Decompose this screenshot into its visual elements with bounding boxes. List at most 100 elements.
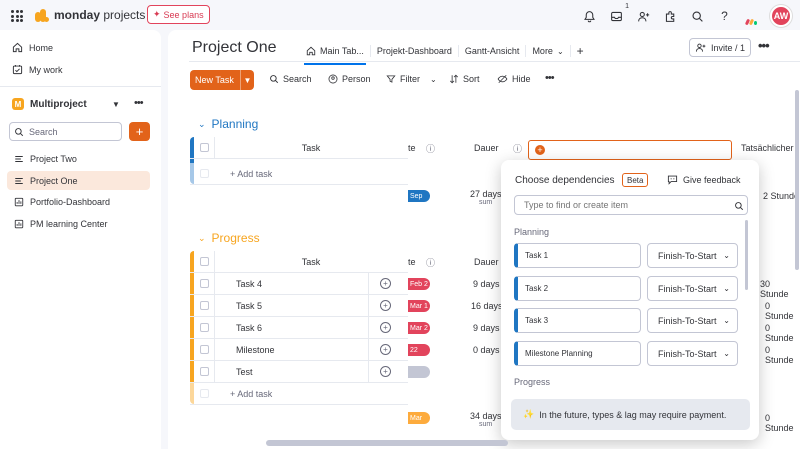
chevron-down-icon[interactable]: ⌄ <box>430 75 437 84</box>
column-header-task[interactable]: Task <box>214 143 408 153</box>
group-title-planning[interactable]: ⌄ Planning <box>198 117 258 131</box>
tab-projekt-dashboard[interactable]: Projekt-Dashboard <box>371 42 458 60</box>
info-icon[interactable]: ⓘ <box>426 256 435 269</box>
table-row[interactable]: Milestone + <box>190 339 408 361</box>
add-task-input[interactable]: + Add task <box>230 169 272 179</box>
app-logo[interactable]: monday projects <box>35 8 145 22</box>
toolbar-hide[interactable]: Hide <box>497 74 531 84</box>
user-avatar[interactable]: AW <box>770 5 792 27</box>
table-row[interactable]: Test + <box>190 361 408 383</box>
column-header-duration[interactable]: Dauer <box>474 257 499 267</box>
toolbar-search[interactable]: Search <box>269 74 312 84</box>
column-header-duration[interactable]: Dauer <box>474 143 499 153</box>
chevron-down-icon[interactable]: ⌄ <box>198 233 206 244</box>
add-task-input[interactable]: + Add task <box>230 389 272 399</box>
dependency-search-input[interactable] <box>514 195 748 215</box>
group-title-progress[interactable]: ⌄ Progress <box>198 231 260 245</box>
timeline-pill[interactable]: Mar 1 <box>408 300 430 312</box>
table-row[interactable]: Task 6 + <box>190 317 408 339</box>
integrations-puzzle-icon[interactable] <box>662 8 679 25</box>
add-task-row[interactable]: + Add task <box>190 383 408 405</box>
sidebar-my-work[interactable]: My work <box>12 64 63 75</box>
sidebar-home[interactable]: Home <box>12 42 53 53</box>
dependency-type-select[interactable]: Finish-To-Start ⌄ <box>647 243 738 268</box>
chevron-down-icon[interactable]: ▼ <box>112 100 120 109</box>
add-update-icon[interactable]: + <box>380 278 391 289</box>
table-row[interactable]: Task 5 + <box>190 295 408 317</box>
chevron-down-icon[interactable]: ⌄ <box>198 119 206 130</box>
timeline-pill[interactable]: Mar 2 <box>408 322 430 334</box>
tab-more[interactable]: More ⌄ <box>526 42 569 60</box>
notifications-bell-icon[interactable] <box>581 8 598 25</box>
toolbar-person[interactable]: Person <box>328 74 371 84</box>
inbox-icon[interactable]: 1 <box>608 3 629 25</box>
row-checkbox[interactable] <box>200 345 209 354</box>
select-all-checkbox[interactable] <box>200 143 209 152</box>
toolbar-filter[interactable]: Filter ⌄ <box>386 74 437 84</box>
toolbar-sort[interactable]: Sort <box>449 74 480 84</box>
invite-button[interactable]: Invite / 1 <box>689 38 752 57</box>
task-name[interactable]: Test <box>236 367 253 377</box>
dependency-type-select[interactable]: Finish-To-Start ⌄ <box>647 276 738 301</box>
timeline-pill[interactable]: 22 <box>408 344 430 356</box>
workspace-options-icon[interactable]: ••• <box>134 97 144 109</box>
workspace-selector[interactable]: M Multiproject <box>12 98 87 110</box>
vertical-scrollbar[interactable] <box>795 90 799 270</box>
tab-main-table[interactable]: Main Tab... <box>300 42 370 65</box>
add-update-icon[interactable]: + <box>380 366 391 377</box>
search-icon[interactable] <box>689 8 706 25</box>
add-board-button[interactable]: + <box>129 122 150 141</box>
dependency-task[interactable]: Milestone Planning <box>514 341 641 366</box>
column-header-actual[interactable]: Tatsächlicher <box>741 143 794 153</box>
sidebar-item-pm-learning-center[interactable]: PM learning Center <box>7 214 150 233</box>
task-name[interactable]: Task 4 <box>236 279 262 289</box>
tab-gantt-ansicht[interactable]: Gantt-Ansicht <box>459 42 526 60</box>
sidebar-search-input[interactable]: Search <box>9 122 122 141</box>
dependency-column-header-input[interactable]: + <box>528 140 732 160</box>
select-all-checkbox[interactable] <box>200 257 209 266</box>
board-options-icon[interactable]: ••• <box>758 38 770 53</box>
horizontal-scrollbar[interactable] <box>266 440 508 446</box>
dependency-type-select[interactable]: Finish-To-Start ⌄ <box>647 308 738 333</box>
add-view-button[interactable]: + <box>571 42 590 60</box>
row-checkbox[interactable] <box>200 301 209 310</box>
add-update-icon[interactable]: + <box>380 300 391 311</box>
info-icon[interactable]: ⓘ <box>426 142 435 155</box>
dependency-task[interactable]: Task 3 <box>514 308 641 333</box>
sidebar-item-project-two[interactable]: Project Two <box>7 149 150 168</box>
sidebar-item-portfolio-dashboard[interactable]: Portfolio-Dashboard <box>7 192 150 211</box>
popup-scrollbar[interactable] <box>745 220 748 290</box>
column-header-task[interactable]: Task <box>214 257 408 267</box>
add-update-icon[interactable]: + <box>380 322 391 333</box>
row-checkbox[interactable] <box>200 323 209 332</box>
timeline-pill-empty[interactable] <box>408 366 430 378</box>
invite-members-icon[interactable] <box>635 8 652 25</box>
timeline-pill[interactable]: Feb 2 <box>408 278 430 290</box>
toolbar-more-icon[interactable]: ••• <box>545 72 555 84</box>
group-name: Progress <box>211 231 260 245</box>
board-title[interactable]: Project One <box>192 39 276 57</box>
table-row[interactable]: Task 4 + <box>190 273 408 295</box>
task-name[interactable]: Task 6 <box>236 323 262 333</box>
row-checkbox[interactable] <box>200 279 209 288</box>
apps-grid-icon[interactable] <box>11 10 23 22</box>
column-header-timeline[interactable]: te <box>408 257 416 267</box>
info-icon[interactable]: ⓘ <box>513 142 522 155</box>
home-label: Home <box>29 42 54 53</box>
give-feedback-button[interactable]: Give feedback <box>667 174 741 185</box>
chevron-down-icon[interactable]: ▼ <box>240 70 254 90</box>
sidebar-item-project-one[interactable]: Project One <box>7 171 150 190</box>
row-checkbox[interactable] <box>200 367 209 376</box>
monday-products-icon[interactable] <box>743 8 760 25</box>
column-header-timeline[interactable]: te <box>408 143 416 153</box>
task-name[interactable]: Task 5 <box>236 301 262 311</box>
new-task-button[interactable]: New Task ▼ <box>190 70 254 90</box>
dependency-task[interactable]: Task 2 <box>514 276 641 301</box>
add-update-icon[interactable]: + <box>380 344 391 355</box>
task-name[interactable]: Milestone <box>236 345 275 355</box>
help-icon[interactable]: ? <box>716 8 733 25</box>
see-plans-button[interactable]: ✦ See plans <box>147 5 210 24</box>
add-task-row[interactable]: + Add task <box>190 163 408 185</box>
dependency-type-select[interactable]: Finish-To-Start ⌄ <box>647 341 738 366</box>
dependency-task[interactable]: Task 1 <box>514 243 641 268</box>
